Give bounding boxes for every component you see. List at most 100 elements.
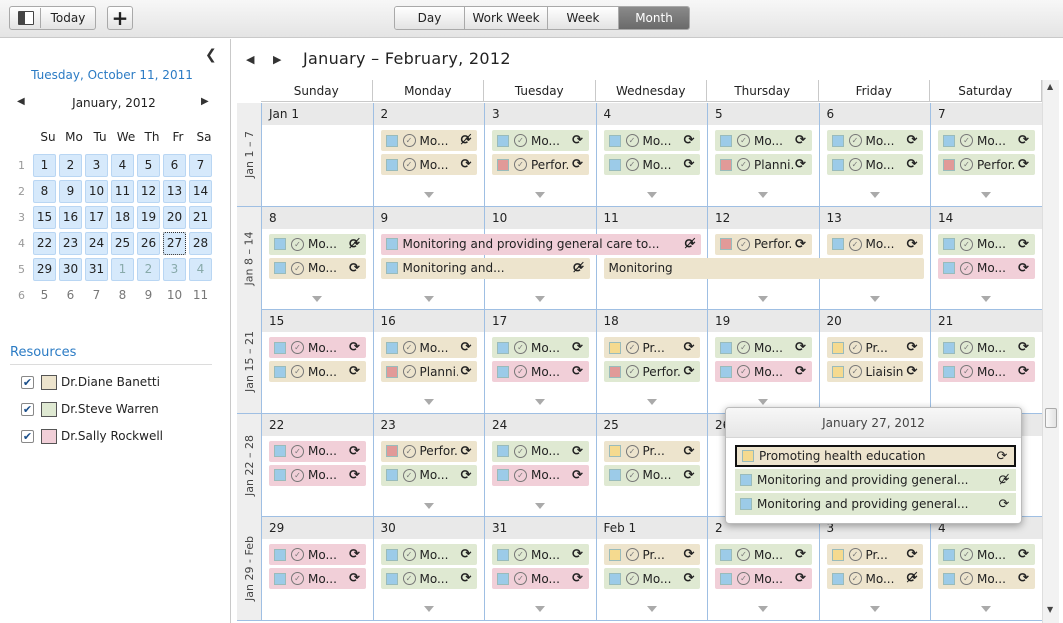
resource-checkbox[interactable]: ✔ — [21, 375, 34, 389]
appointment[interactable]: ✓Planni...⟳ — [380, 361, 477, 382]
status-check-icon[interactable]: ✓ — [625, 341, 639, 354]
appointment[interactable]: ✓ Mo... ⟳ — [603, 130, 700, 151]
day-cell[interactable]: 14 ✓ Mo... ⟳ ✓ Mo... ⟳ — [930, 206, 1042, 310]
more-appointments-icon[interactable] — [423, 295, 434, 302]
mini-calendar-day[interactable]: 9 — [137, 284, 160, 307]
more-appointments-icon[interactable] — [869, 606, 880, 612]
day-cell[interactable]: 2 ✓ Mo... ⟳̸ ✓ Mo... ⟳ — [372, 103, 484, 206]
day-cell[interactable]: Jan 1 — [261, 103, 373, 206]
mini-calendar-day[interactable]: 30 — [59, 257, 82, 281]
day-cell[interactable]: 18✓Pr...⟳✓Perfor...⟳ — [595, 310, 707, 413]
appointment[interactable]: ✓ Mo... ⟳ — [269, 440, 366, 462]
more-appointments-icon[interactable] — [423, 399, 434, 405]
day-cell[interactable]: 29 ✓ Mo... ⟳ ✓ Mo... ⟳ — [261, 517, 373, 620]
appointment[interactable]: ✓Liaisin...⟳ — [826, 361, 923, 382]
appointment[interactable]: ✓ Mo... ⟳ — [938, 544, 1035, 565]
more-appointments-icon[interactable] — [423, 502, 434, 509]
next-period-icon[interactable]: ▶ — [273, 53, 281, 66]
day-cell[interactable]: 24 ✓ Mo... ⟳ ✓ Mo... ⟳ — [484, 413, 596, 517]
appointment[interactable]: ✓ Mo... ⟳ — [826, 233, 923, 255]
status-check-icon[interactable]: ✓ — [402, 572, 416, 585]
status-check-icon[interactable]: ✓ — [737, 134, 750, 147]
appointment[interactable]: ✓ Mo... ⟳̸ — [826, 568, 923, 589]
more-appointments-icon[interactable] — [535, 192, 546, 198]
status-check-icon[interactable]: ✓ — [402, 468, 416, 482]
appointment[interactable]: ✓ Mo... ⟳ — [715, 337, 812, 358]
appointment[interactable]: ✓ Mo... ⟳ — [269, 361, 366, 382]
resource-item[interactable]: ✔ Dr.Steve Warren — [21, 401, 159, 417]
status-check-icon[interactable]: ✓ — [514, 468, 527, 482]
appointment[interactable]: ✓ Mo... ⟳ — [938, 130, 1035, 151]
mini-calendar-day[interactable]: 6 — [163, 153, 186, 177]
mini-calendar-day[interactable]: 2 — [59, 153, 82, 177]
view-month-button[interactable]: Month — [619, 7, 689, 29]
appointment[interactable]: ✓Planni...⟳ — [715, 154, 812, 175]
status-check-icon[interactable]: ✓ — [291, 468, 304, 482]
status-check-icon[interactable]: ✓ — [402, 365, 416, 378]
status-check-icon[interactable]: ✓ — [514, 341, 527, 354]
appointment[interactable]: ✓ Mo... ⟳ — [938, 233, 1035, 255]
status-check-icon[interactable]: ✓ — [625, 548, 639, 561]
more-appointments-icon[interactable] — [646, 192, 657, 198]
more-appointments-icon[interactable] — [535, 502, 546, 509]
day-cell[interactable]: 6 ✓ Mo... ⟳ ✓ Mo... ⟳ — [818, 103, 930, 206]
mini-calendar-day[interactable]: 29 — [33, 257, 56, 281]
mini-calendar-day[interactable]: 9 — [59, 179, 82, 203]
mini-calendar-day[interactable]: 2 — [137, 257, 160, 281]
appointment[interactable]: ✓Perfor...⟳ — [603, 361, 700, 382]
mini-calendar-day[interactable]: 4 — [111, 153, 134, 177]
mini-calendar-day[interactable]: 15 — [33, 205, 56, 229]
appointment[interactable]: ✓ Pr... ⟳ — [603, 544, 700, 565]
mini-calendar-day[interactable]: 5 — [137, 153, 160, 177]
mini-calendar-day[interactable]: 11 — [111, 179, 134, 203]
appointment[interactable]: ✓ Mo... ⟳ — [380, 568, 477, 589]
mini-calendar-day[interactable]: 4 — [189, 257, 212, 281]
mini-calendar-day[interactable]: 25 — [111, 231, 134, 255]
day-cell[interactable]: 4 ✓ Mo... ⟳ ✓ Mo... ⟳ — [930, 517, 1042, 620]
more-appointments-icon[interactable] — [646, 399, 657, 405]
mini-calendar-day[interactable]: 10 — [85, 179, 108, 203]
status-check-icon[interactable]: ✓ — [291, 444, 304, 458]
day-cell[interactable]: 21 ✓ Mo... ⟳ ✓ Mo... ⟳ — [930, 310, 1042, 413]
more-appointments-icon[interactable] — [981, 192, 992, 198]
status-check-icon[interactable]: ✓ — [514, 572, 527, 585]
appointment[interactable]: ✓ Mo... ⟳ — [603, 464, 700, 486]
appointment[interactable]: ✓ Mo... ⟳ — [380, 464, 477, 486]
multi-day-appointment[interactable]: Monitoring and... ⟳̸ — [380, 257, 590, 279]
more-appointments-icon[interactable] — [758, 606, 769, 612]
appointment[interactable]: ✓ Mo... ⟳̸ — [269, 233, 366, 255]
status-check-icon[interactable]: ✓ — [291, 572, 304, 585]
appointment[interactable]: ✓ Mo... ⟳ — [492, 544, 589, 565]
day-cell[interactable]: 19 ✓ Mo... ⟳ ✓ Mo... ⟳ — [707, 310, 819, 413]
more-appointments-icon[interactable] — [869, 295, 880, 302]
mini-calendar-day[interactable]: 6 — [59, 284, 82, 307]
multi-day-appointment[interactable]: Monitoring and providing general care to… — [380, 233, 701, 255]
status-check-icon[interactable]: ✓ — [960, 548, 973, 561]
appointment[interactable]: ✓ Mo... ⟳ — [603, 154, 700, 175]
appointment[interactable]: ✓ Pr... ⟳ — [603, 440, 700, 462]
day-cell[interactable]: 3 ✓ Pr... ⟳ ✓ Mo... ⟳̸ — [818, 517, 930, 620]
appointment[interactable]: ✓ Mo... ⟳ — [269, 257, 366, 279]
more-appointments-icon[interactable] — [535, 295, 546, 302]
appointment[interactable]: ✓ Mo... ⟳ — [492, 568, 589, 589]
appointment[interactable]: ✓Perfor...⟳ — [938, 154, 1035, 175]
appointment[interactable]: ✓ Mo... ⟳ — [269, 568, 366, 589]
more-appointments-icon[interactable] — [981, 295, 992, 302]
mini-calendar-day[interactable]: 14 — [189, 179, 212, 203]
mini-calendar-day[interactable]: 3 — [163, 257, 186, 281]
status-check-icon[interactable]: ✓ — [737, 572, 750, 585]
status-check-icon[interactable]: ✓ — [960, 365, 973, 378]
appointment[interactable]: ✓ Mo... ⟳ — [492, 464, 589, 486]
resource-checkbox[interactable]: ✔ — [21, 402, 34, 416]
mini-next-month-icon[interactable]: ▶ — [201, 96, 209, 107]
appointment[interactable]: ✓Perfor...⟳ — [715, 233, 812, 255]
mini-calendar-day[interactable]: 7 — [85, 284, 108, 307]
mini-calendar-day[interactable]: 8 — [33, 179, 56, 203]
status-check-icon[interactable]: ✓ — [291, 365, 304, 378]
appointment[interactable]: ✓ Mo... ⟳ — [380, 544, 477, 565]
today-button[interactable]: Today — [9, 6, 96, 30]
more-appointments-icon[interactable] — [535, 399, 546, 405]
day-cell[interactable]: 20✓Pr...⟳✓Liaisin...⟳ — [818, 310, 930, 413]
mini-calendar-day[interactable]: 7 — [189, 153, 212, 177]
mini-calendar-day[interactable]: 16 — [59, 205, 82, 229]
